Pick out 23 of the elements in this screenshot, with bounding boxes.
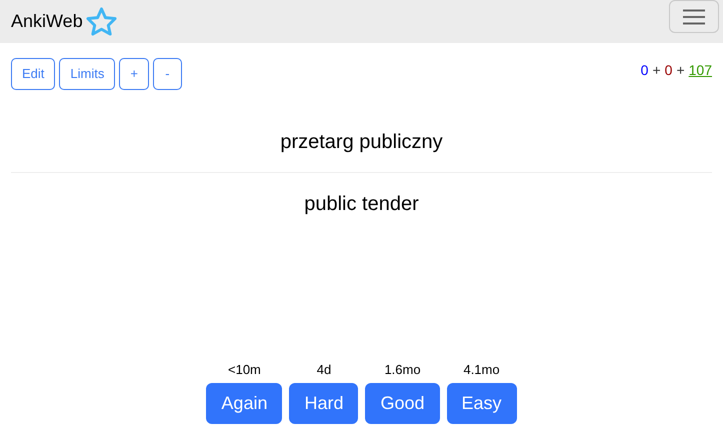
answer-button[interactable]: Easy [446, 383, 517, 424]
interval-label: 4d [316, 360, 332, 378]
answer-button[interactable]: Again [206, 383, 282, 424]
answer-button[interactable]: Good [365, 383, 440, 424]
card-front: przetarg publiczny [280, 130, 443, 155]
interval-label: 4.1mo [463, 360, 500, 378]
toolbar-button[interactable]: - [152, 58, 182, 90]
star-icon [84, 6, 118, 37]
menu-icon [683, 8, 705, 24]
card-count: 0 [664, 60, 672, 80]
card-back: public tender [304, 192, 419, 217]
brand-name[interactable]: AnkiWeb [11, 8, 83, 35]
menu-button[interactable] [669, 0, 719, 33]
interval-label: 1.6mo [384, 360, 421, 378]
interval-label: <10m [228, 360, 261, 378]
card-count: 107 [688, 60, 712, 80]
toolbar-button[interactable]: Edit [11, 58, 56, 90]
toolbar-button[interactable]: + [119, 58, 149, 90]
card-count: 0 [640, 60, 648, 80]
plus-sign: + [652, 60, 661, 80]
answer-button[interactable]: Hard [289, 383, 358, 424]
plus-sign: + [676, 60, 685, 80]
toolbar-button[interactable]: Limits [59, 58, 116, 90]
